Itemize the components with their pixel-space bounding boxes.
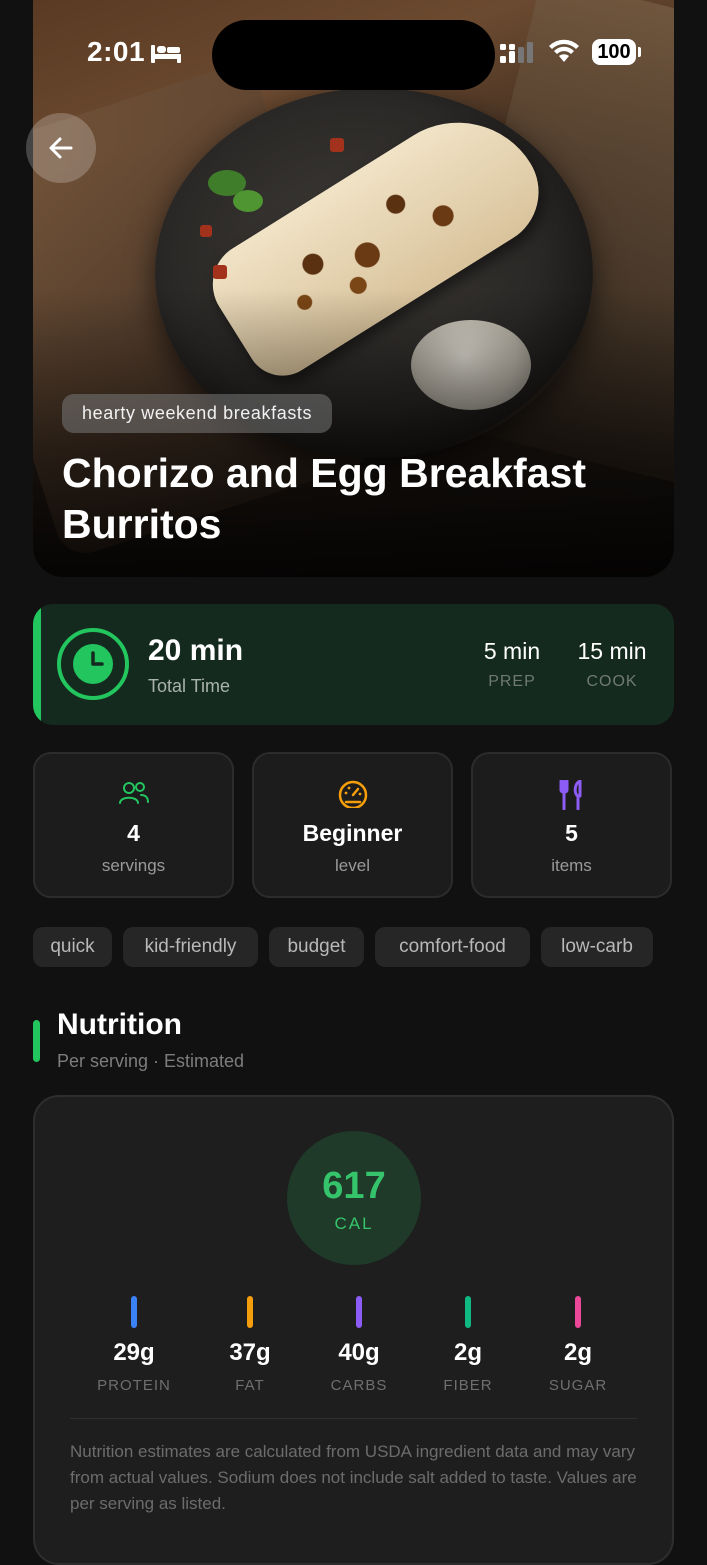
cellular-signal-icon xyxy=(500,42,538,68)
items-label: items xyxy=(551,856,592,875)
status-time: 2:01 xyxy=(87,36,146,67)
servings-value: 4 xyxy=(127,820,140,846)
macro-fat: 37g FAT xyxy=(195,1296,305,1394)
items-card: 5 items xyxy=(471,752,672,898)
utensils-icon xyxy=(473,780,670,810)
macro-value: 2g xyxy=(563,1339,592,1366)
macro-sugar: 2g SUGAR xyxy=(523,1296,633,1394)
cook-time-label: COOK xyxy=(586,673,638,690)
macro-carbs: 40g CARBS xyxy=(304,1296,414,1394)
level-value: Beginner xyxy=(302,820,403,846)
total-time-label: Total Time xyxy=(148,676,231,696)
tag-chip[interactable]: comfort-food xyxy=(375,927,530,967)
macro-label: FIBER xyxy=(443,1377,493,1394)
recipe-title: Chorizo and Egg Breakfast Burritos xyxy=(62,450,586,547)
calories-value: 617 xyxy=(322,1165,386,1207)
macro-bar xyxy=(131,1296,137,1328)
users-icon xyxy=(35,780,232,806)
nutrition-heading: Nutrition xyxy=(57,1008,182,1041)
category-badge[interactable]: hearty weekend breakfasts xyxy=(62,394,333,433)
macro-fiber: 2g FIBER xyxy=(413,1296,523,1394)
level-label: level xyxy=(335,856,370,875)
tag-chip[interactable]: low-carb xyxy=(541,927,653,967)
total-time-value: 20 min xyxy=(148,634,244,667)
macro-protein: 29g PROTEIN xyxy=(79,1296,189,1394)
clock-icon xyxy=(57,628,129,700)
sleep-focus-icon xyxy=(150,42,182,68)
level-card: Beginner level xyxy=(252,752,453,898)
macro-bar xyxy=(247,1296,253,1328)
servings-card: 4 servings xyxy=(33,752,234,898)
macro-bar xyxy=(465,1296,471,1328)
nutrition-disclaimer: Nutrition estimates are calculated from … xyxy=(70,1442,637,1513)
wifi-icon xyxy=(548,38,580,68)
time-card-accent xyxy=(33,604,41,725)
prep-time-value: 5 min xyxy=(483,638,541,664)
macro-bar xyxy=(575,1296,581,1328)
nutrition-divider xyxy=(70,1418,637,1419)
calories-label: CAL xyxy=(334,1214,374,1233)
servings-label: servings xyxy=(101,856,166,875)
macro-label: FAT xyxy=(235,1377,265,1394)
macro-label: CARBS xyxy=(330,1377,388,1394)
battery-tip xyxy=(638,47,641,57)
macro-value: 2g xyxy=(453,1339,482,1366)
tag-chip[interactable]: kid-friendly xyxy=(123,927,258,967)
dynamic-island xyxy=(212,20,495,90)
battery-indicator: 100 xyxy=(592,39,636,65)
macro-value: 29g xyxy=(113,1339,155,1366)
macro-label: SUGAR xyxy=(548,1377,608,1394)
section-accent xyxy=(33,1020,40,1062)
status-bar: 2:01 100 xyxy=(0,0,707,100)
arrow-left-icon xyxy=(49,137,73,159)
macro-value: 37g xyxy=(229,1339,271,1366)
gauge-icon xyxy=(254,780,451,808)
back-button[interactable] xyxy=(26,113,96,183)
macro-label: PROTEIN xyxy=(97,1377,171,1394)
prep-time-label: PREP xyxy=(488,673,536,690)
macro-bar xyxy=(356,1296,362,1328)
macro-value: 40g xyxy=(338,1339,380,1366)
tag-chip[interactable]: quick xyxy=(33,927,112,967)
cook-time-value: 15 min xyxy=(577,638,647,664)
items-value: 5 xyxy=(565,820,578,846)
tag-chip[interactable]: budget xyxy=(269,927,364,967)
nutrition-subtitle: Per serving · Estimated xyxy=(57,1051,245,1071)
